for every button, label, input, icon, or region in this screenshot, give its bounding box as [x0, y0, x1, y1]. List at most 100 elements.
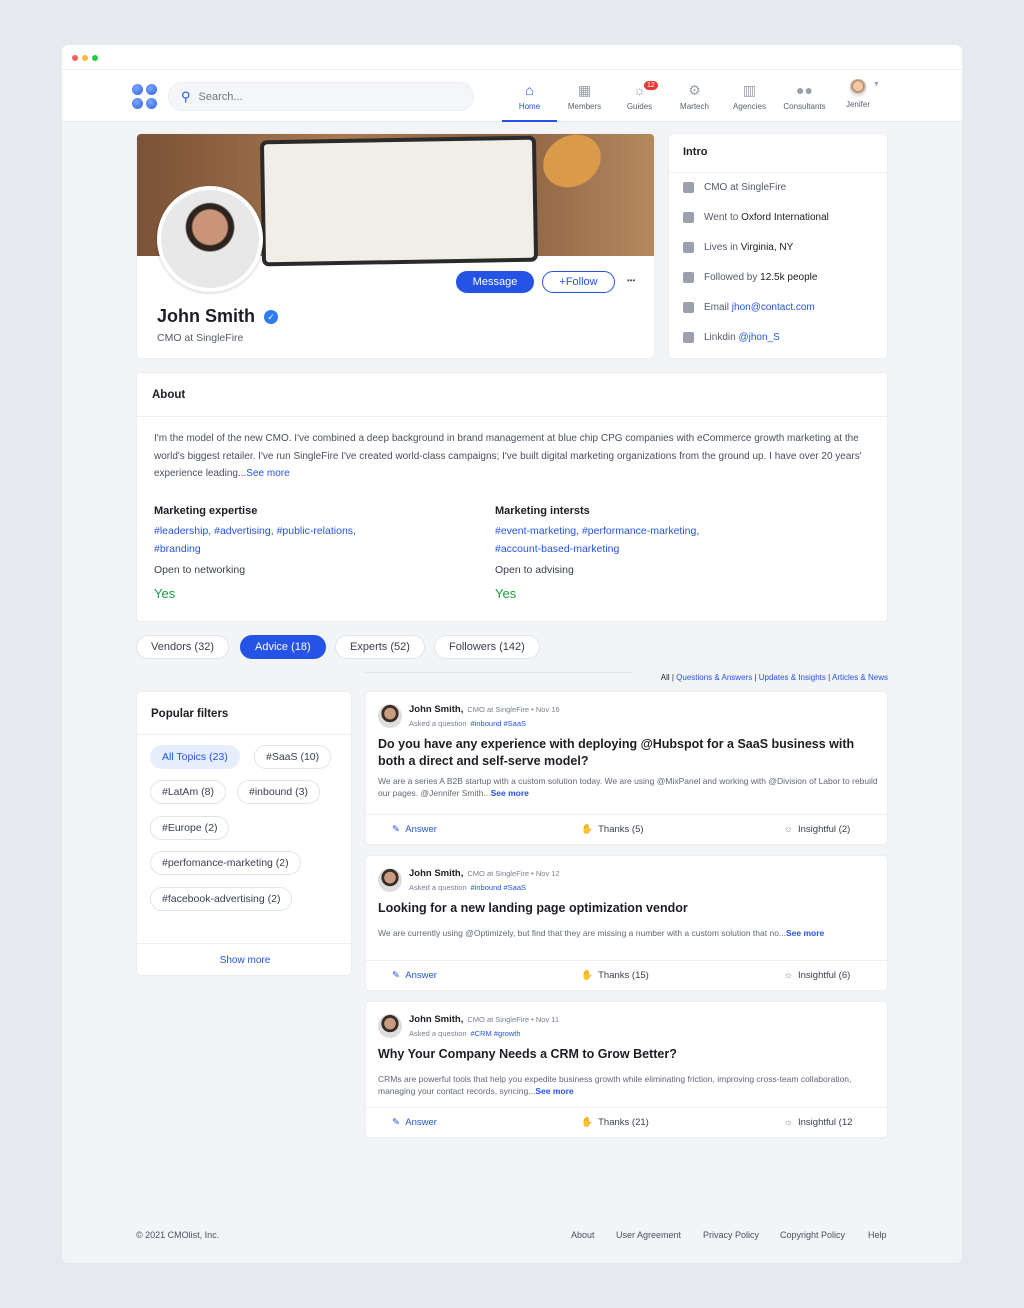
insightful-button[interactable]: ☼ Insightful (12: [784, 1117, 852, 1128]
profile-title: CMO at SingleFire: [157, 332, 244, 344]
nav-agencies[interactable]: ▥ Agencies: [722, 70, 777, 122]
footer-link[interactable]: User Agreement: [616, 1230, 681, 1240]
author-avatar[interactable]: [378, 1014, 402, 1038]
logo[interactable]: [132, 84, 158, 110]
thanks-button[interactable]: ✋ Thanks (15): [581, 970, 649, 981]
intro-title: Intro: [683, 146, 708, 158]
tab-experts[interactable]: Experts (52): [335, 635, 425, 659]
networking-label: Open to networking: [154, 564, 246, 576]
expertise-label: Marketing expertise: [154, 505, 258, 517]
filter-link[interactable]: All: [661, 673, 670, 682]
filter-chip[interactable]: #facebook-advertising (2): [150, 887, 293, 911]
expertise-tags[interactable]: #leadership, #advertising, #public-relat…: [154, 523, 394, 558]
avatar: [849, 79, 867, 97]
post-actions: ✎ Answer ✋ Thanks (15) ☼ Insightful (6): [366, 960, 887, 990]
intro-link[interactable]: @jhon_S: [738, 332, 779, 343]
intro-label: Lives in: [704, 242, 741, 253]
answer-button[interactable]: ✎ Answer: [392, 970, 437, 981]
show-more-link[interactable]: Show more: [137, 955, 353, 966]
filter-chip[interactable]: #LatAm (8): [150, 780, 226, 804]
author-avatar[interactable]: [378, 704, 402, 728]
answer-button[interactable]: ✎ Answer: [392, 1117, 437, 1128]
contacts-icon: ▦: [577, 82, 592, 98]
interests-tags[interactable]: #event-marketing, #performance-marketing…: [495, 523, 735, 558]
nav-consultants[interactable]: ●● Consultants: [777, 70, 832, 122]
post-body: CRMs are powerful tools that help you ex…: [378, 1074, 852, 1096]
author-name[interactable]: John Smith, CMO at SingleFire • Nov 16: [409, 704, 560, 715]
author-avatar[interactable]: [378, 868, 402, 892]
nav-members[interactable]: ▦ Members: [557, 70, 612, 122]
post-meta: CMO at SingleFire • Nov 11: [467, 1015, 560, 1024]
see-more-link[interactable]: See more: [786, 928, 824, 938]
see-more-link[interactable]: See more: [491, 788, 529, 798]
intro-value: 12.5k people: [760, 272, 818, 283]
intro-row: Lives in Virginia, NY: [683, 242, 793, 253]
nav-home[interactable]: ⌂ Home: [502, 70, 557, 122]
intro-label: Email: [704, 302, 732, 313]
post-tags[interactable]: #inbound #SaaS: [471, 719, 526, 728]
lightbulb-icon: ☼: [784, 970, 793, 981]
insightful-button[interactable]: ☼ Insightful (6): [784, 970, 850, 981]
tab-followers[interactable]: Followers (142): [434, 635, 540, 659]
search-icon: ⚲: [181, 88, 191, 104]
nav-guides[interactable]: ☼ 12 Guides: [612, 70, 667, 122]
chevron-down-icon: ▼: [873, 81, 880, 88]
filter-chip[interactable]: #perfomance-marketing (2): [150, 851, 301, 875]
home-icon: ⌂: [525, 82, 534, 98]
filter-link[interactable]: Updates & Insights: [759, 673, 826, 682]
building-icon: ▥: [742, 82, 757, 98]
insightful-button[interactable]: ☼ Insightful (2): [784, 824, 850, 835]
filter-chip[interactable]: #SaaS (10): [254, 745, 332, 769]
author-name[interactable]: John Smith, CMO at SingleFire • Nov 11: [409, 1014, 559, 1025]
profile-avatar[interactable]: [157, 186, 263, 292]
author-name[interactable]: John Smith, CMO at SingleFire • Nov 12: [409, 868, 560, 879]
answer-button[interactable]: ✎ Answer: [392, 824, 437, 835]
nav-martech[interactable]: ⚙ Martech: [667, 70, 722, 122]
nav-label: Agencies: [733, 102, 766, 111]
filter-link[interactable]: Articles & News: [832, 673, 888, 682]
intro-row: Linkdin @jhon_S: [683, 332, 780, 343]
post-title[interactable]: Why Your Company Needs a CRM to Grow Bet…: [378, 1046, 878, 1063]
message-button[interactable]: Message: [456, 271, 534, 293]
divider: [137, 416, 889, 417]
footer-link[interactable]: About: [571, 1230, 595, 1240]
minimize-dot[interactable]: [82, 55, 88, 61]
post-title[interactable]: Do you have any experience with deployin…: [378, 736, 878, 770]
tab-vendors[interactable]: Vendors (32): [136, 635, 229, 659]
post-tags[interactable]: #CRM #growth: [471, 1029, 521, 1038]
megaphone-icon: ⚙: [688, 82, 701, 98]
more-options-button[interactable]: •••: [627, 276, 635, 285]
intro-link[interactable]: jhon@contact.com: [732, 302, 815, 313]
divider: [669, 172, 889, 173]
maximize-dot[interactable]: [92, 55, 98, 61]
clap-icon: ✋: [581, 970, 593, 981]
footer-link[interactable]: Privacy Policy: [703, 1230, 759, 1240]
about-text: I'm the model of the new CMO. I've combi…: [154, 433, 862, 479]
post-tags[interactable]: #inbound #SaaS: [471, 883, 526, 892]
divider: [137, 734, 353, 735]
intro-card: Intro CMO at SingleFire Went to Oxford In…: [668, 133, 889, 359]
nav-label: Martech: [680, 102, 709, 111]
post-title[interactable]: Looking for a new landing page optimizat…: [378, 900, 878, 917]
user-menu[interactable]: Jenifer ▼: [833, 70, 883, 122]
post-meta: CMO at SingleFire • Nov 12: [467, 869, 560, 878]
intro-value: Oxford International: [741, 212, 829, 223]
footer-link[interactable]: Help: [868, 1230, 887, 1240]
close-dot[interactable]: [72, 55, 78, 61]
thanks-button[interactable]: ✋ Thanks (21): [581, 1117, 649, 1128]
follow-button[interactable]: +Follow: [542, 271, 615, 293]
filter-chip[interactable]: #inbound (3): [237, 780, 320, 804]
filter-chip[interactable]: All Topics (23): [150, 745, 240, 769]
search-input[interactable]: [198, 90, 449, 103]
profile-name: John Smith: [157, 306, 255, 326]
see-more-link[interactable]: See more: [535, 1086, 573, 1096]
filter-chip[interactable]: #Europe (2): [150, 816, 230, 840]
notification-badge: 12: [643, 80, 659, 91]
post-card: John Smith, CMO at SingleFire • Nov 16 As…: [365, 691, 888, 845]
see-more-link[interactable]: See more: [246, 468, 289, 479]
tab-advice[interactable]: Advice (18): [240, 635, 326, 659]
footer-link[interactable]: Copyright Policy: [780, 1230, 845, 1240]
filter-link[interactable]: Questions & Answers: [676, 673, 752, 682]
search-bar[interactable]: ⚲: [168, 82, 474, 111]
thanks-button[interactable]: ✋ Thanks (5): [581, 824, 644, 835]
